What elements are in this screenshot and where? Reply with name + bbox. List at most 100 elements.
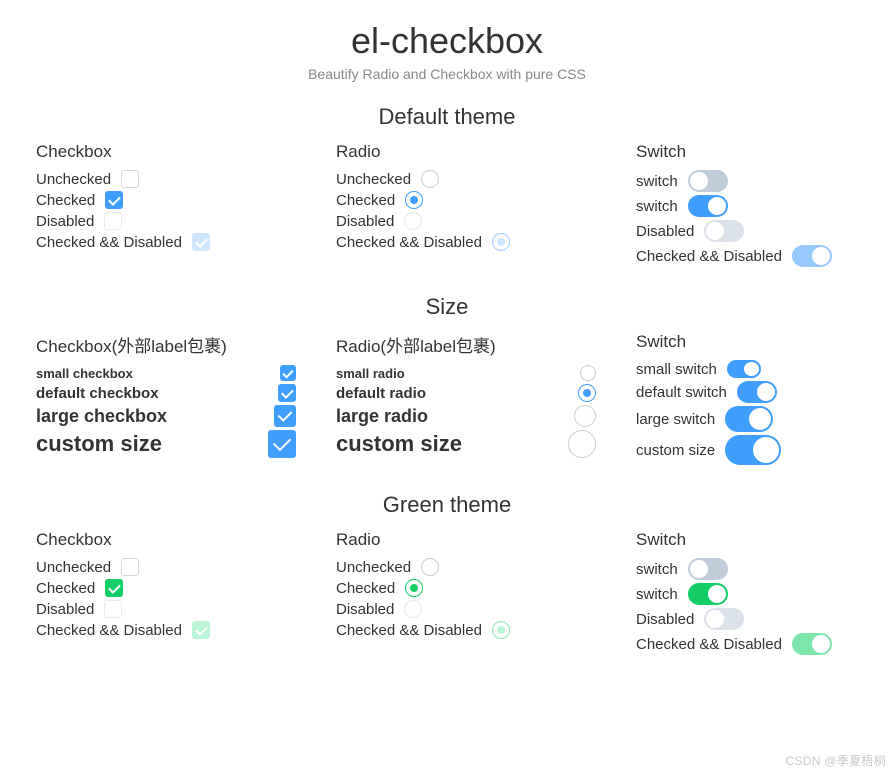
switch-custom-row: custom size [636, 435, 858, 465]
radio-row-checked-disabled: Checked && Disabled [336, 233, 636, 251]
switch-disabled [704, 220, 744, 242]
checkbox-label: Unchecked [36, 559, 111, 576]
switch-green-off[interactable] [688, 558, 728, 580]
checkbox-size-label: custom size [36, 431, 162, 457]
checkbox-checked-disabled [192, 233, 210, 251]
checkbox-green-unchecked[interactable] [121, 558, 139, 576]
radio-green-checked-disabled-row: Checked && Disabled [336, 621, 636, 639]
checkbox-label: Disabled [36, 601, 94, 618]
radio-size-column: Radio(外部label包裹) small radio default rad… [336, 332, 636, 468]
checkbox-custom-row: custom size [36, 430, 336, 458]
radio-row-disabled: Disabled [336, 212, 636, 230]
checkbox-label: Checked [36, 580, 95, 597]
radio-size-label: custom size [336, 431, 462, 457]
switch-small-row: small switch [636, 360, 858, 378]
watermark: CSDN @季夏梧桐 [785, 752, 886, 769]
checkbox-label: Checked [36, 192, 95, 209]
radio-label: Checked [336, 580, 395, 597]
switch-label: Checked && Disabled [636, 248, 782, 265]
switch-default[interactable] [737, 381, 777, 403]
checkbox-unchecked[interactable] [121, 170, 139, 188]
radio-green-unchecked[interactable] [421, 558, 439, 576]
switch-row-on: switch [636, 195, 858, 217]
checkbox-default-row: default checkbox [36, 384, 336, 402]
checkbox-green-checked-row: Checked [36, 579, 336, 597]
checkbox-green-unchecked-row: Unchecked [36, 558, 336, 576]
switch-green-disabled-row: Disabled [636, 608, 858, 630]
switch-green-column: Switch switch switch Disabled Checked &&… [636, 530, 858, 658]
checkbox-green-disabled-row: Disabled [36, 600, 336, 618]
checkbox-checked[interactable] [105, 191, 123, 209]
checkbox-row-unchecked: Unchecked [36, 170, 336, 188]
radio-label: Disabled [336, 213, 394, 230]
checkbox-row-checked-disabled: Checked && Disabled [36, 233, 336, 251]
col-header-switch: Switch [636, 530, 858, 550]
radio-size-label: large radio [336, 406, 428, 427]
switch-label: Disabled [636, 611, 694, 628]
switch-label: switch [636, 561, 678, 578]
switch-label: Disabled [636, 223, 694, 240]
radio-small-row: small radio [336, 365, 636, 381]
radio-default-row: default radio [336, 384, 636, 402]
radio-checked[interactable] [405, 191, 423, 209]
checkbox-green-disabled [104, 600, 122, 618]
radio-small[interactable] [580, 365, 596, 381]
checkbox-large-row: large checkbox [36, 405, 336, 427]
radio-label: Disabled [336, 601, 394, 618]
size-grid: Checkbox(外部label包裹) small checkbox defau… [0, 332, 894, 478]
radio-row-unchecked: Unchecked [336, 170, 636, 188]
switch-large[interactable] [725, 406, 773, 432]
checkbox-size-label: large checkbox [36, 406, 167, 427]
switch-size-column: Switch small switch default switch large… [636, 332, 858, 468]
col-header-checkbox: Checkbox [36, 530, 336, 550]
radio-label: Checked && Disabled [336, 622, 482, 639]
switch-row-disabled: Disabled [636, 220, 858, 242]
radio-disabled [404, 212, 422, 230]
page-title: el-checkbox [0, 20, 894, 62]
switch-label: Checked && Disabled [636, 636, 782, 653]
switch-on[interactable] [688, 195, 728, 217]
col-header-radio: Radio [336, 530, 636, 550]
checkbox-green-checked-disabled [192, 621, 210, 639]
radio-column: Radio Unchecked Checked Disabled Checked… [336, 142, 636, 270]
col-header-switch: Switch [636, 332, 858, 352]
switch-size-label: default switch [636, 384, 727, 401]
radio-large[interactable] [574, 405, 596, 427]
checkbox-small[interactable] [280, 365, 296, 381]
switch-off[interactable] [688, 170, 728, 192]
col-header-switch: Switch [636, 142, 858, 162]
radio-custom[interactable] [568, 430, 596, 458]
col-header-checkbox: Checkbox [36, 142, 336, 162]
switch-column: Switch switch switch Disabled Checked &&… [636, 142, 858, 270]
checkbox-column: Checkbox Unchecked Checked Disabled Chec… [36, 142, 336, 270]
switch-row-checked-disabled: Checked && Disabled [636, 245, 858, 267]
switch-large-row: large switch [636, 406, 858, 432]
section-heading-size: Size [0, 294, 894, 320]
checkbox-row-disabled: Disabled [36, 212, 336, 230]
radio-default[interactable] [578, 384, 596, 402]
radio-label: Unchecked [336, 171, 411, 188]
checkbox-large[interactable] [274, 405, 296, 427]
switch-label: switch [636, 198, 678, 215]
radio-green-column: Radio Unchecked Checked Disabled Checked… [336, 530, 636, 658]
switch-size-label: large switch [636, 411, 715, 428]
radio-checked-disabled [492, 233, 510, 251]
radio-row-checked: Checked [336, 191, 636, 209]
section-heading-default: Default theme [0, 104, 894, 130]
switch-custom[interactable] [725, 435, 781, 465]
checkbox-green-column: Checkbox Unchecked Checked Disabled Chec… [36, 530, 336, 658]
switch-small[interactable] [727, 360, 761, 378]
checkbox-green-checked[interactable] [105, 579, 123, 597]
radio-green-disabled [404, 600, 422, 618]
checkbox-row-checked: Checked [36, 191, 336, 209]
checkbox-custom[interactable] [268, 430, 296, 458]
default-theme-grid: Checkbox Unchecked Checked Disabled Chec… [0, 142, 894, 280]
radio-unchecked[interactable] [421, 170, 439, 188]
checkbox-default[interactable] [278, 384, 296, 402]
checkbox-green-checked-disabled-row: Checked && Disabled [36, 621, 336, 639]
switch-checked-disabled [792, 245, 832, 267]
switch-green-on[interactable] [688, 583, 728, 605]
switch-default-row: default switch [636, 381, 858, 403]
checkbox-size-label: small checkbox [36, 366, 133, 381]
radio-green-checked[interactable] [405, 579, 423, 597]
